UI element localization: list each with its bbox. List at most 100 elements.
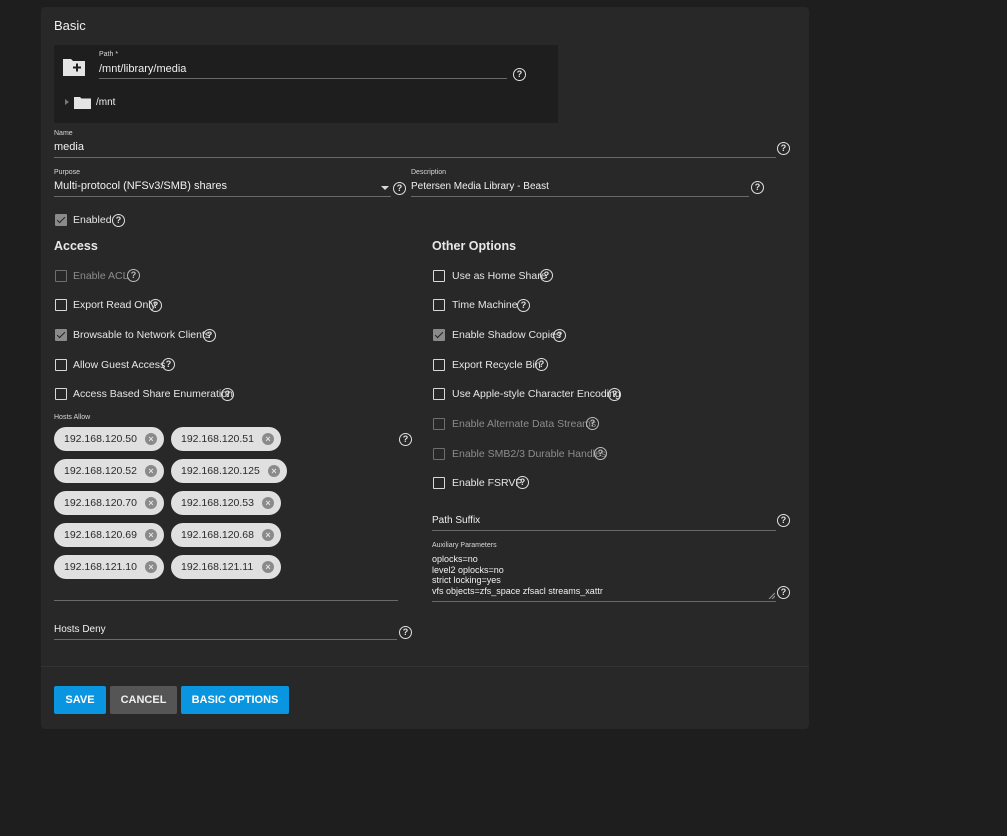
description-input[interactable]: Petersen Media Library - Beast <box>411 180 749 197</box>
remove-chip-icon[interactable]: × <box>262 529 274 541</box>
remove-chip-icon[interactable]: × <box>145 529 157 541</box>
share-form-card: Basic Path * /mnt/library/media ? /mnt N… <box>41 7 809 729</box>
guest-access-help-icon[interactable]: ? <box>162 358 175 371</box>
browsable-help-icon[interactable]: ? <box>203 329 216 342</box>
time-machine-label: Time Machine <box>452 299 518 311</box>
host-chip-text: 192.168.120.51 <box>181 433 254 445</box>
aux-line: level2 oplocks=no <box>432 564 504 575</box>
aux-params-label: Auxiliary Parameters <box>432 542 497 549</box>
shadow-copies-help-icon[interactable]: ? <box>553 329 566 342</box>
name-input[interactable]: media <box>54 141 776 158</box>
enable-acl-checkbox[interactable] <box>55 270 67 282</box>
remove-chip-icon[interactable]: × <box>145 561 157 573</box>
abe-checkbox[interactable] <box>55 388 67 400</box>
resize-handle-icon[interactable] <box>768 592 775 599</box>
hosts-deny-input[interactable]: Hosts Deny <box>54 623 397 640</box>
hosts-allow-help-icon[interactable]: ? <box>399 433 412 446</box>
shadow-copies-label: Enable Shadow Copies <box>452 329 562 341</box>
abe-help-icon[interactable]: ? <box>221 388 234 401</box>
remove-chip-icon[interactable]: × <box>262 433 274 445</box>
folder-icon <box>74 97 91 109</box>
description-help-icon[interactable]: ? <box>751 181 764 194</box>
chevron-down-icon <box>381 186 389 190</box>
apple-encoding-help-icon[interactable]: ? <box>608 388 621 401</box>
host-chip: 192.168.120.51 × <box>171 427 281 451</box>
host-chip: 192.168.120.53 × <box>171 491 281 515</box>
remove-chip-icon[interactable]: × <box>145 465 157 477</box>
fsrvp-label: Enable FSRVP <box>452 477 523 489</box>
purpose-help-icon[interactable]: ? <box>393 182 406 195</box>
remove-chip-icon[interactable]: × <box>262 497 274 509</box>
path-label: Path * <box>99 51 119 58</box>
hosts-deny-label: Hosts Deny <box>54 624 106 635</box>
export-read-only-checkbox[interactable] <box>55 299 67 311</box>
enabled-checkbox[interactable] <box>55 214 67 226</box>
purpose-value: Multi-protocol (NFSv3/SMB) shares <box>54 180 227 192</box>
create-folder-icon[interactable] <box>62 57 86 77</box>
guest-access-label: Allow Guest Access <box>73 359 166 371</box>
aux-line: vfs objects=zfs_space zfsacl streams_xat… <box>432 585 603 596</box>
fsrvp-help-icon[interactable]: ? <box>516 476 529 489</box>
remove-chip-icon[interactable]: × <box>268 465 280 477</box>
apple-encoding-checkbox[interactable] <box>433 388 445 400</box>
name-help-icon[interactable]: ? <box>777 142 790 155</box>
abe-label: Access Based Share Enumeration <box>73 388 233 400</box>
export-read-only-help-icon[interactable]: ? <box>149 299 162 312</box>
durable-handles-checkbox[interactable] <box>433 448 445 460</box>
enabled-help-icon[interactable]: ? <box>112 214 125 227</box>
footer-divider <box>41 666 809 667</box>
path-suffix-input[interactable]: Path Suffix <box>432 514 776 531</box>
host-chip: 192.168.120.125 × <box>171 459 287 483</box>
host-chip: 192.168.120.50 × <box>54 427 164 451</box>
host-chip: 192.168.120.70 × <box>54 491 164 515</box>
purpose-select[interactable]: Multi-protocol (NFSv3/SMB) shares <box>54 180 391 197</box>
aux-params-help-icon[interactable]: ? <box>777 586 790 599</box>
tree-expand-icon[interactable] <box>65 99 69 105</box>
aux-line: strict locking=yes <box>432 575 501 585</box>
basic-options-button[interactable]: BASIC OPTIONS <box>181 686 289 714</box>
aux-params-textarea[interactable]: oplocks=no level2 oplocks=no strict lock… <box>432 554 776 602</box>
time-machine-help-icon[interactable]: ? <box>517 299 530 312</box>
remove-chip-icon[interactable]: × <box>262 561 274 573</box>
host-chip-text: 192.168.120.69 <box>64 529 137 541</box>
browsable-label: Browsable to Network Clients <box>73 329 211 341</box>
hosts-allow-input[interactable] <box>54 587 398 601</box>
section-title-other: Other Options <box>432 239 517 253</box>
remove-chip-icon[interactable]: × <box>145 433 157 445</box>
recycle-bin-help-icon[interactable]: ? <box>535 358 548 371</box>
time-machine-checkbox[interactable] <box>433 299 445 311</box>
guest-access-checkbox[interactable] <box>55 359 67 371</box>
host-chip-text: 192.168.120.68 <box>181 529 254 541</box>
path-input[interactable]: /mnt/library/media <box>99 63 507 79</box>
browsable-checkbox[interactable] <box>55 329 67 341</box>
path-explorer: Path * /mnt/library/media ? /mnt <box>54 45 558 123</box>
path-suffix-label: Path Suffix <box>432 515 481 526</box>
host-chip-text: 192.168.120.125 <box>181 465 260 477</box>
hosts-allow-label: Hosts Allow <box>54 414 91 421</box>
alt-data-streams-label: Enable Alternate Data Streams <box>452 418 597 430</box>
host-chip: 192.168.121.10 × <box>54 555 164 579</box>
hosts-deny-help-icon[interactable]: ? <box>399 626 412 639</box>
path-help-icon[interactable]: ? <box>513 68 526 81</box>
save-button[interactable]: SAVE <box>54 686 106 714</box>
host-chip-text: 192.168.120.52 <box>64 465 137 477</box>
path-value: /mnt/library/media <box>99 63 187 75</box>
enable-acl-help-icon[interactable]: ? <box>127 269 140 282</box>
name-value: media <box>54 141 84 153</box>
alt-data-streams-checkbox[interactable] <box>433 418 445 430</box>
host-chip: 192.168.120.52 × <box>54 459 164 483</box>
home-share-help-icon[interactable]: ? <box>540 269 553 282</box>
host-chip: 192.168.121.11 × <box>171 555 281 579</box>
alt-data-streams-help-icon[interactable]: ? <box>586 417 599 430</box>
cancel-button[interactable]: CANCEL <box>110 686 177 714</box>
tree-node-mnt[interactable]: /mnt <box>96 97 115 108</box>
shadow-copies-checkbox[interactable] <box>433 329 445 341</box>
durable-handles-help-icon[interactable]: ? <box>594 447 607 460</box>
home-share-checkbox[interactable] <box>433 270 445 282</box>
remove-chip-icon[interactable]: × <box>145 497 157 509</box>
host-chip: 192.168.120.69 × <box>54 523 164 547</box>
path-suffix-help-icon[interactable]: ? <box>777 514 790 527</box>
purpose-label: Purpose <box>54 169 81 176</box>
recycle-bin-checkbox[interactable] <box>433 359 445 371</box>
fsrvp-checkbox[interactable] <box>433 477 445 489</box>
